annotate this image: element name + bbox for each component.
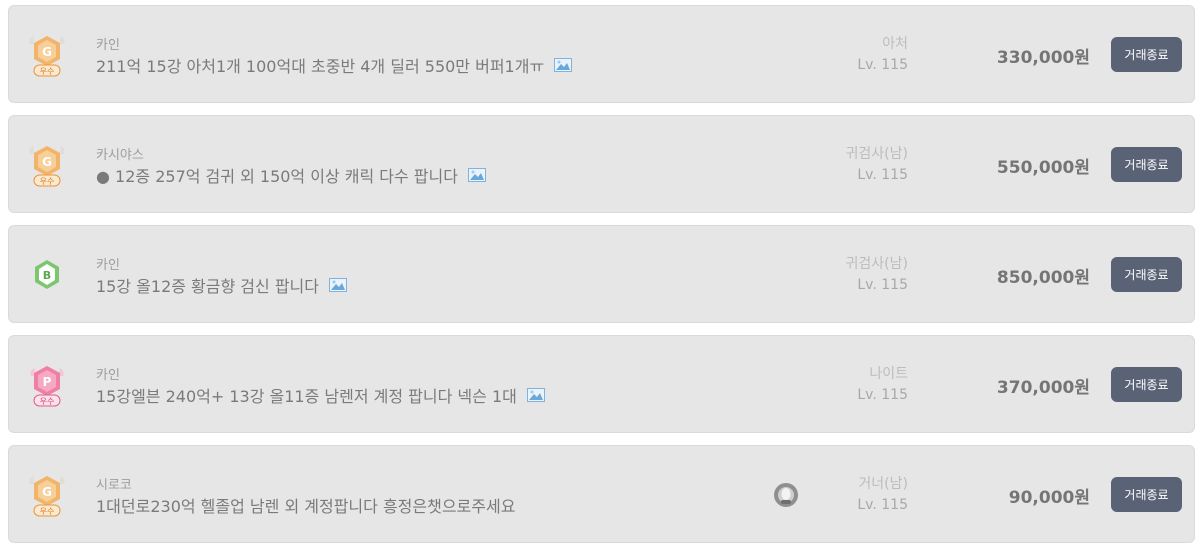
- trade-closed-button[interactable]: 거래종료: [1111, 257, 1182, 292]
- trade-closed-button[interactable]: 거래종료: [1111, 477, 1182, 512]
- seller-server-label: 카인: [96, 368, 120, 383]
- listing-title-text: 15강 올12증 황금향 검신 팝니다: [96, 277, 319, 296]
- svg-text:B: B: [43, 269, 51, 282]
- listing-row[interactable]: G 우수 카시야스 ● 12증 257억 검귀 외 150억 이상 캐릭 다수 …: [8, 115, 1195, 213]
- listing-title[interactable]: 1대던로230억 헬졸업 남렌 외 계정팝니다 흥정은챗으로주세요: [96, 493, 515, 517]
- image-attached-icon: [526, 388, 545, 402]
- trade-closed-button[interactable]: 거래종료: [1111, 37, 1182, 72]
- image-attached-icon: [328, 278, 347, 292]
- image-attached-icon: [467, 168, 486, 182]
- svg-text:우수: 우수: [40, 507, 55, 516]
- character-class: 귀검사(남): [845, 256, 908, 272]
- seller-server-label: 카시야스: [96, 148, 144, 163]
- listing-price: 330,000원: [996, 48, 1090, 68]
- trade-listing-list: G 우수 카인 211억 15강 아처1개 100억대 초중반 4개 딜러 55…: [0, 0, 1201, 550]
- listing-title[interactable]: 211억 15강 아처1개 100억대 초중반 4개 딜러 550만 버퍼1개ㅠ: [96, 53, 573, 77]
- character-class: 나이트: [869, 366, 908, 382]
- character-level: Lv. 115: [857, 167, 908, 183]
- listing-row[interactable]: B 카인 15강 올12증 황금향 검신 팝니다 귀검사(남) Lv. 115 …: [8, 225, 1195, 323]
- character-class: 아처: [882, 36, 908, 52]
- listing-row[interactable]: G 우수 카인 211억 15강 아처1개 100억대 초중반 4개 딜러 55…: [8, 5, 1195, 103]
- image-attached-icon: [554, 58, 573, 72]
- seller-avatar-icon: [773, 482, 799, 508]
- trade-closed-button[interactable]: 거래종료: [1111, 147, 1182, 182]
- gold-g-grade-badge-icon: G 우수: [26, 142, 68, 188]
- svg-text:G: G: [42, 485, 52, 499]
- listing-title[interactable]: 15강 올12증 황금향 검신 팝니다: [96, 273, 347, 297]
- listing-row[interactable]: G 우수 시로코 1대던로230억 헬졸업 남렌 외 계정팝니다 흥정은챗으로주…: [8, 445, 1195, 543]
- listing-price: 370,000원: [996, 378, 1090, 398]
- svg-text:G: G: [42, 45, 52, 59]
- listing-title-text: 1대던로230억 헬졸업 남렌 외 계정팝니다 흥정은챗으로주세요: [96, 497, 516, 516]
- listing-price: 550,000원: [996, 158, 1090, 178]
- svg-text:우수: 우수: [40, 177, 55, 186]
- seller-server-label: 카인: [96, 38, 120, 53]
- listing-title[interactable]: ● 12증 257억 검귀 외 150억 이상 캐릭 다수 팝니다: [96, 163, 486, 187]
- seller-server-label: 카인: [96, 258, 120, 273]
- svg-text:우수: 우수: [40, 397, 55, 406]
- listing-title-text: 15강엘븐 240억+ 13강 올11증 남렌저 계정 팝니다 넥슨 1대: [96, 387, 517, 406]
- svg-text:우수: 우수: [40, 67, 55, 76]
- character-class: 거너(남): [858, 476, 908, 492]
- listing-price: 850,000원: [996, 268, 1090, 288]
- listing-row[interactable]: P 우수 카인 15강엘븐 240억+ 13강 올11증 남렌저 계정 팝니다 …: [8, 335, 1195, 433]
- character-level: Lv. 115: [857, 497, 908, 513]
- pink-p-grade-badge-icon: P 우수: [26, 362, 68, 408]
- listing-price: 90,000원: [1008, 488, 1090, 508]
- seller-server-label: 시로코: [96, 478, 132, 493]
- listing-title-text: ● 12증 257억 검귀 외 150억 이상 캐릭 다수 팝니다: [96, 167, 458, 186]
- svg-text:P: P: [43, 375, 52, 389]
- svg-text:G: G: [42, 155, 52, 169]
- gold-g-grade-badge-icon: G 우수: [26, 472, 68, 518]
- character-class: 귀검사(남): [845, 146, 908, 162]
- green-b-grade-badge-icon: B: [26, 252, 68, 298]
- character-level: Lv. 115: [857, 57, 908, 73]
- character-level: Lv. 115: [857, 277, 908, 293]
- listing-title-text: 211억 15강 아처1개 100억대 초중반 4개 딜러 550만 버퍼1개ㅠ: [96, 57, 545, 76]
- gold-g-grade-badge-icon: G 우수: [26, 32, 68, 78]
- trade-closed-button[interactable]: 거래종료: [1111, 367, 1182, 402]
- character-level: Lv. 115: [857, 387, 908, 403]
- listing-title[interactable]: 15강엘븐 240억+ 13강 올11증 남렌저 계정 팝니다 넥슨 1대: [96, 383, 545, 407]
